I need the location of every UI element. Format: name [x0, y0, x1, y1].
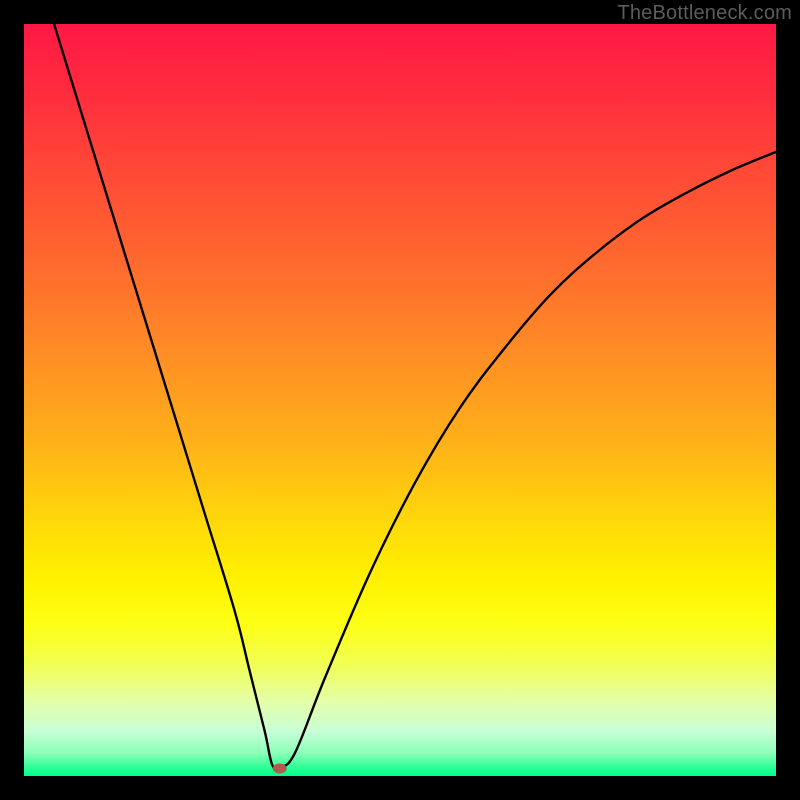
chart-frame: TheBottleneck.com [0, 0, 800, 800]
watermark-text: TheBottleneck.com [617, 2, 792, 25]
curve-svg [24, 24, 776, 776]
bottleneck-curve [54, 24, 776, 769]
plot-area [24, 24, 776, 776]
min-marker [273, 763, 287, 773]
